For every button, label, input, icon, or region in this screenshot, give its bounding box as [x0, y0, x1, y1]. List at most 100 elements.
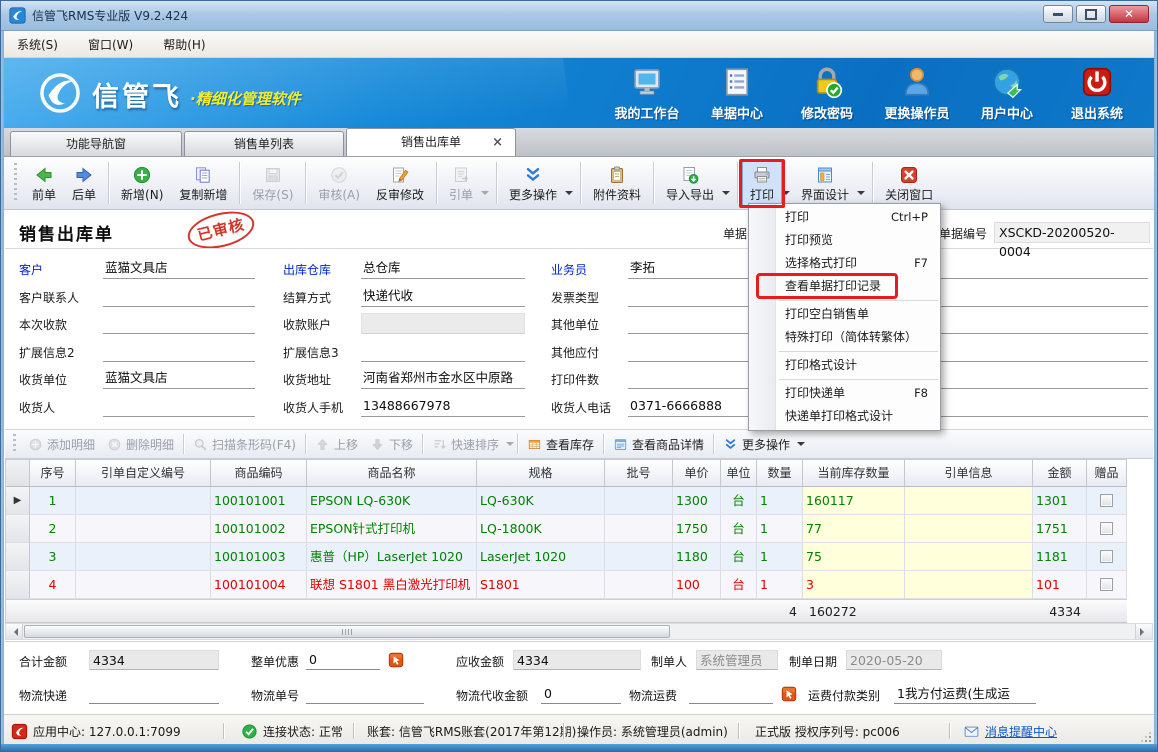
toolbar-button-复制新增[interactable]: 复制新增	[171, 161, 235, 206]
field-input-客户[interactable]: 蓝猫文具店	[103, 258, 255, 279]
scroll-right-button[interactable]	[1135, 624, 1152, 639]
cell-price: 1750	[673, 515, 721, 543]
header-cell-商品名称[interactable]: 商品名称	[307, 460, 477, 487]
status-text[interactable]: 消息提醒中心	[985, 723, 1057, 740]
header-cell-批号[interactable]: 批号	[605, 460, 673, 487]
menu-item-打印空白销售单[interactable]: 打印空白销售单	[749, 303, 940, 326]
field-input-整单优惠[interactable]: 0	[306, 650, 380, 670]
field-input-出库仓库[interactable]: 总仓库	[361, 258, 525, 279]
toolbar-button-查看库存[interactable]: 查看库存	[521, 434, 600, 455]
banner-action-label: 单据中心	[697, 103, 777, 122]
table-row[interactable]: ▶1100101001EPSON LQ-630KLQ-630K1300台1160…	[5, 487, 1127, 515]
scroll-left-button[interactable]	[6, 624, 23, 639]
menu-item-2[interactable]: 帮助(H)	[163, 36, 205, 53]
restore-button[interactable]	[1076, 5, 1106, 23]
banner-action-workbench[interactable]: 我的工作台	[602, 65, 692, 122]
gift-checkbox[interactable]	[1100, 522, 1113, 535]
dropdown-arrow-icon[interactable]	[565, 191, 573, 199]
dropdown-arrow-icon[interactable]	[782, 191, 790, 199]
adjust-button[interactable]	[388, 652, 404, 668]
dropdown-arrow-icon[interactable]	[722, 191, 730, 199]
banner-action-doc-center[interactable]: 单据中心	[692, 65, 782, 122]
menu-item-查看单据打印记录[interactable]: 查看单据打印记录	[749, 275, 940, 298]
header-cell-规格[interactable]: 规格	[477, 460, 605, 487]
header-cell-引单信息[interactable]: 引单信息	[905, 460, 1033, 487]
dropdown-arrow-icon[interactable]	[797, 442, 805, 450]
table-row[interactable]: 3100101003惠普（HP）LaserJet 1020LaserJet 10…	[5, 543, 1127, 571]
brand-logo-icon	[38, 71, 82, 118]
close-button[interactable]: ✕	[1109, 5, 1149, 23]
field-input-结算方式[interactable]: 快递代收	[361, 286, 525, 307]
menu-item-打印预览[interactable]: 打印预览	[749, 229, 940, 252]
footer-field-合计金额: 合计金额4334	[19, 649, 243, 673]
header-cell-金额[interactable]: 金额	[1033, 460, 1087, 487]
menu-item-选择格式打印[interactable]: 选择格式打印F7	[749, 252, 940, 275]
form-row: 扩展信息3	[283, 339, 525, 367]
view-stock-icon	[527, 437, 542, 452]
menu-item-0[interactable]: 系统(S)	[17, 36, 58, 53]
field-input-本次收款[interactable]	[103, 313, 255, 334]
banner-action-exit[interactable]: 退出系统	[1052, 65, 1142, 122]
toolbar-button-新增[interactable]: 新增(N)	[113, 161, 171, 206]
toolbar-button-反审修改[interactable]: 反审修改	[368, 161, 432, 206]
minimize-button[interactable]	[1043, 5, 1073, 23]
header-cell-赠品[interactable]: 赠品	[1087, 460, 1127, 487]
gift-checkbox[interactable]	[1100, 578, 1113, 591]
field-input-收货地址[interactable]: 河南省郑州市金水区中原路	[361, 368, 525, 389]
field-input-物流运费[interactable]	[689, 684, 773, 704]
adjust-button[interactable]	[781, 686, 797, 702]
header-cell-商品编码[interactable]: 商品编码	[211, 460, 307, 487]
header-cell-当前库存数量[interactable]: 当前库存数量	[803, 460, 905, 487]
gift-checkbox[interactable]	[1100, 550, 1113, 563]
tab-1[interactable]: 销售单列表	[184, 131, 344, 156]
menu-item-打印[interactable]: 打印Ctrl+P	[749, 206, 940, 229]
menu-item-打印快递单[interactable]: 打印快递单F8	[749, 382, 940, 405]
tab-0[interactable]: 功能导航窗	[10, 131, 182, 156]
table-row[interactable]: 4100101004联想 S1801 黑白激光打印机S1801100台13101	[5, 571, 1127, 599]
banner-action-password[interactable]: 修改密码	[782, 65, 872, 122]
gift-checkbox[interactable]	[1100, 494, 1113, 507]
header-cell-序号[interactable]: 序号	[30, 460, 76, 487]
field-input-收货单位[interactable]: 蓝猫文具店	[103, 368, 255, 389]
field-input-收货人手机[interactable]: 13488667978	[361, 396, 525, 417]
toolbar-button-导入导出[interactable]: 导入导出	[658, 161, 722, 206]
doc-no-input[interactable]: XSCKD-20200520-0004	[994, 222, 1150, 243]
toolbar-button-前单[interactable]: 前单	[24, 161, 64, 206]
menu-item-特殊打印（简体转繁体）[interactable]: 特殊打印（简体转繁体）	[749, 326, 940, 349]
toolbar-button-更多操作[interactable]: 更多操作	[501, 161, 565, 206]
field-input-扩展信息3[interactable]	[361, 341, 525, 362]
status-segment-5[interactable]: 消息提醒中心	[963, 715, 1057, 747]
field-input-收款账户[interactable]	[361, 313, 525, 334]
tab-2[interactable]: 销售出库单×	[346, 128, 516, 156]
field-input-物流代收金额[interactable]: 0	[541, 684, 621, 704]
toolbar-button-查看商品详情[interactable]: 查看商品详情	[607, 434, 710, 455]
field-label-本次收款: 本次收款	[19, 316, 67, 333]
field-input-物流单号[interactable]	[306, 684, 424, 704]
header-cell-引单自定义编号[interactable]: 引单自定义编号	[76, 460, 211, 487]
dropdown-arrow-icon[interactable]	[857, 191, 865, 199]
toolbar-button-界面设计[interactable]: 界面设计	[793, 161, 857, 206]
horizontal-scrollbar[interactable]	[5, 623, 1153, 640]
scrollbar-thumb[interactable]	[24, 625, 670, 638]
toolbar-button-关闭窗口[interactable]: 关闭窗口	[877, 161, 941, 206]
toolbar-button-打印[interactable]: 打印	[742, 161, 782, 206]
field-input-收货人[interactable]	[103, 396, 255, 417]
menu-item-快递单打印格式设计[interactable]: 快递单打印格式设计	[749, 405, 940, 428]
field-input-运费付款类别[interactable]: 1我方付运费(生成运	[894, 684, 1036, 704]
header-cell-单价[interactable]: 单价	[673, 460, 721, 487]
field-input-物流快递[interactable]	[89, 684, 219, 704]
header-cell-数量[interactable]: 数量	[757, 460, 803, 487]
toolbar-button-后单[interactable]: 后单	[64, 161, 104, 206]
field-input-客户联系人[interactable]	[103, 286, 255, 307]
banner-action-user-center[interactable]: 用户中心	[962, 65, 1052, 122]
field-input-制单人: 系统管理员	[696, 650, 778, 670]
banner-action-operator[interactable]: 更换操作员	[872, 65, 962, 122]
menu-item-1[interactable]: 窗口(W)	[88, 36, 133, 53]
toolbar-button-附件资料[interactable]: 附件资料	[585, 161, 649, 206]
field-input-扩展信息2[interactable]	[103, 341, 255, 362]
tab-close-icon[interactable]: ×	[492, 129, 503, 156]
menu-item-打印格式设计[interactable]: 打印格式设计	[749, 354, 940, 377]
toolbar-button-更多操作[interactable]: 更多操作	[717, 434, 796, 455]
table-row[interactable]: 2100101002EPSON针式打印机LQ-1800K1750台1771751	[5, 515, 1127, 543]
header-cell-单位[interactable]: 单位	[721, 460, 757, 487]
